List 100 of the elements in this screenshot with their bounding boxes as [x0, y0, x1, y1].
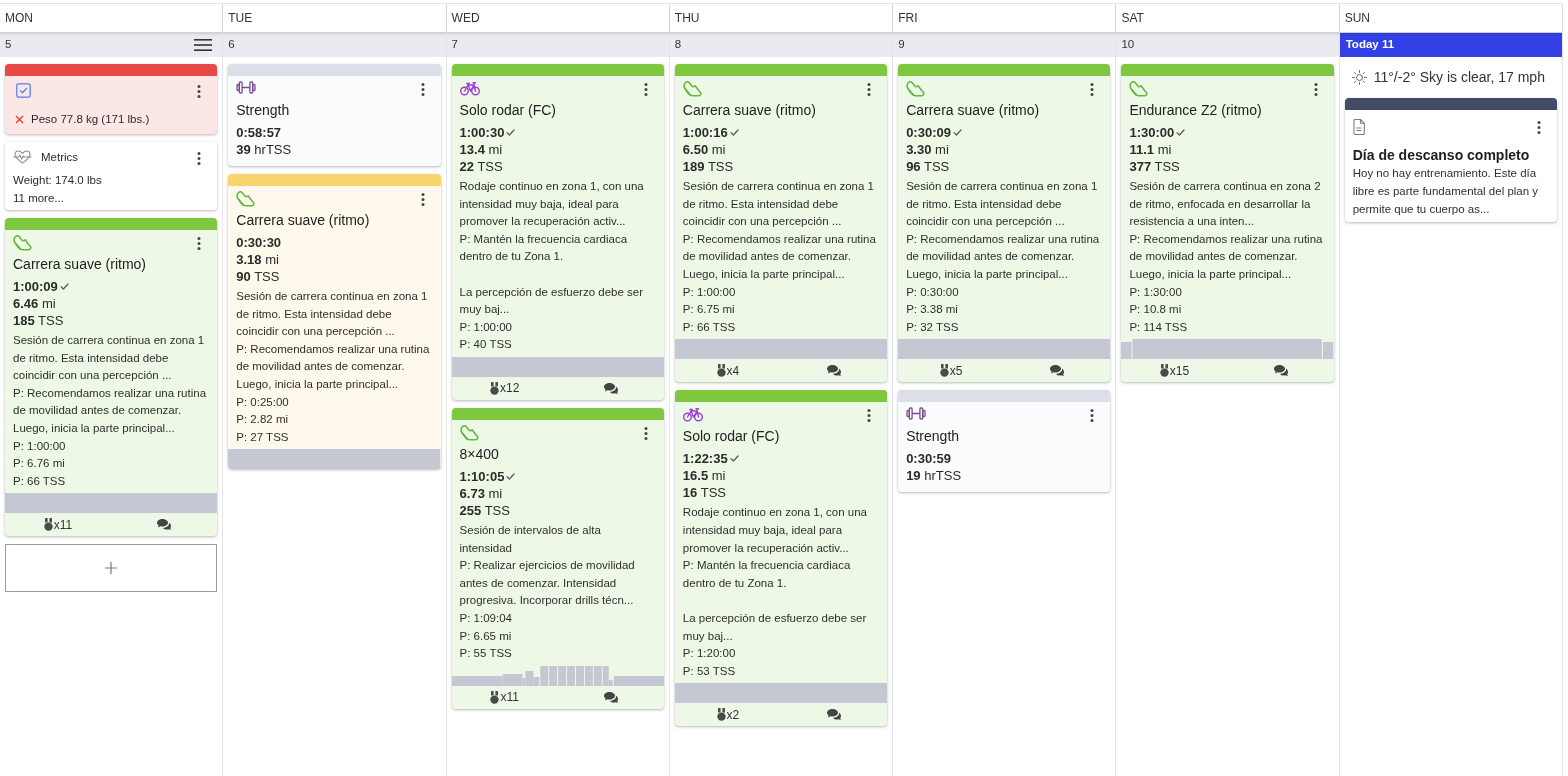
speech-bubbles-icon[interactable]	[603, 382, 618, 394]
planned-value: P: 6.75 mi	[682, 302, 735, 318]
speech-bubbles-icon[interactable]	[157, 519, 172, 531]
dumbbell-icon	[906, 407, 927, 421]
speech-bubbles-icon[interactable]	[1050, 365, 1065, 377]
tss-text: 22 TSS	[459, 158, 503, 175]
metrics-card[interactable]: Metrics Weight: 174.0 lbs 11 more...	[5, 142, 218, 210]
tss-text: 377 TSS	[1129, 158, 1180, 175]
planned-value: P: 114 TSS	[1129, 319, 1188, 335]
more-options-icon[interactable]	[1090, 83, 1095, 96]
workout-card[interactable]	[451, 407, 664, 709]
more-options-icon[interactable]	[1537, 121, 1541, 134]
distance-text: 13.4 mi	[459, 141, 503, 158]
workout-card[interactable]	[674, 64, 888, 383]
more-options-icon[interactable]	[643, 426, 648, 440]
bicycle-icon	[682, 407, 703, 423]
distance-text: 16.5 mi	[682, 467, 726, 485]
planned-description: P: Recomendamos realizar una rutina de movilidad antes de comenzar. Luego, inicia la parte principal...	[682, 231, 877, 282]
planned-value: P: 0:30:00	[906, 284, 959, 300]
medal-icon	[716, 708, 726, 722]
weather-text: 11°/-2° Sky is clear, 17 mph	[1373, 68, 1545, 87]
workout-card[interactable]	[898, 64, 1111, 383]
medal-icon	[489, 381, 499, 395]
duration-text: 1:00:16	[682, 124, 728, 141]
shoe-icon	[459, 424, 479, 442]
planned-description: P: Recomendamos realizar una rutina de movilidad antes de comenzar. Luego, inicia la parte principal...	[1129, 231, 1324, 282]
duration-text: 0:30:30	[236, 234, 282, 251]
more-options-icon[interactable]	[643, 83, 648, 96]
workout-card[interactable]: Strength 0:30:59 19 hrTSS	[898, 390, 1111, 493]
more-options-icon[interactable]	[867, 83, 872, 96]
shoe-icon	[236, 191, 256, 208]
duration-text: 0:30:59	[906, 450, 951, 468]
workout-title: Carrera suave (ritmo)	[13, 255, 148, 273]
shoe-icon	[906, 81, 926, 98]
day-name: TUE	[228, 10, 253, 27]
speech-bubbles-icon[interactable]	[827, 365, 842, 377]
workout-title: Strength	[906, 427, 961, 446]
medal-icon	[490, 690, 500, 704]
workout-title: Solo rodar (FC)	[682, 427, 781, 446]
workout-card[interactable]: Strength 0:58:57 39 hrTSS	[228, 64, 441, 166]
duration-text: 1:30:00	[1129, 124, 1175, 141]
bicycle-icon	[459, 81, 480, 96]
metric-card[interactable]: Peso 77.8 kg (171 lbs.)	[5, 64, 218, 134]
planned-description: P: Recomendamos realizar una rutina de movilidad antes de comenzar. Luego, inicia la parte principal...	[13, 385, 208, 436]
planned-value: P: 66 TSS	[13, 473, 66, 489]
planned-value: P: 55 TSS	[459, 646, 512, 662]
workout-card[interactable]	[228, 174, 441, 470]
heart-pulse-icon	[13, 150, 32, 164]
workout-card[interactable]	[674, 390, 888, 727]
note-card[interactable]: Día de descanso completo Hoy no hay entrenamiento. Este día libre es parte fundamental del plan y permite que tu cuerpo as...	[1344, 98, 1557, 222]
planned-description: P: Mantén la frecuencia cardiaca dentro de tu Zona 1. La percepción de esfuerzo debe ser muy baj...	[682, 558, 868, 644]
duration-text: 1:22:35	[682, 450, 728, 468]
workout-card[interactable]	[1121, 64, 1334, 383]
more-options-icon[interactable]	[420, 193, 425, 206]
sun-icon	[1351, 70, 1367, 85]
workout-card[interactable]	[451, 64, 664, 400]
more-options-icon[interactable]	[197, 237, 202, 250]
planned-description: P: Recomendamos realizar una rutina de movilidad antes de comenzar. Luego, inicia la parte principal...	[906, 231, 1101, 282]
more-options-icon[interactable]	[1090, 409, 1095, 423]
more-options-icon[interactable]	[867, 409, 872, 423]
planned-value: P: 10.8 mi	[1129, 302, 1182, 318]
more-link[interactable]: 11 more...	[13, 189, 64, 207]
shoe-icon	[13, 235, 32, 252]
planned-value: P: 1:00:00	[682, 284, 736, 300]
speech-bubbles-icon[interactable]	[603, 691, 618, 703]
planned-value: P: 3.38 mi	[906, 302, 958, 318]
checkbox-icon	[16, 83, 31, 98]
shoe-icon	[682, 81, 702, 98]
more-options-icon[interactable]	[420, 83, 425, 96]
plus-icon	[105, 562, 118, 575]
date-label: 6	[228, 37, 235, 53]
planned-description: P: Recomendamos realizar una rutina de movilidad antes de comenzar. Luego, inicia la parte principal...	[236, 341, 431, 392]
more-options-icon[interactable]	[197, 151, 202, 165]
speech-bubbles-icon[interactable]	[1273, 365, 1288, 377]
planned-value: P: 0:25:00	[236, 394, 289, 410]
planned-value: P: 66 TSS	[682, 319, 736, 335]
shoe-icon	[1129, 81, 1149, 98]
records-count: x12	[499, 381, 520, 396]
records-count: x11	[500, 690, 519, 705]
duration-text: 1:00:09	[13, 278, 58, 295]
medal-icon	[1159, 364, 1169, 378]
add-button[interactable]	[5, 544, 218, 593]
planned-value: P: 1:30:00	[1129, 284, 1182, 300]
planned-description: P: Mantén la frecuencia cardiaca dentro de tu Zona 1. La percepción de esfuerzo debe ser muy baj...	[459, 231, 645, 318]
metric-value: Peso 77.8 kg (171 lbs.)	[31, 112, 150, 127]
records-count: x2	[726, 707, 740, 722]
day-name: FRI	[898, 10, 918, 27]
records-count: x4	[726, 363, 740, 378]
workout-title: Carrera suave (ritmo)	[906, 101, 1041, 119]
speech-bubbles-icon[interactable]	[827, 709, 842, 721]
menu-icon[interactable]	[194, 39, 213, 51]
workout-description: Rodaje continuo en zona 1, con una intensidad muy baja, ideal para promover la recuperación activ...	[682, 505, 868, 556]
planned-value: P: 53 TSS	[682, 663, 736, 679]
more-options-icon[interactable]	[197, 85, 202, 98]
tss-text: 185 TSS	[13, 312, 64, 329]
workout-card[interactable]	[5, 218, 218, 537]
note-description: Hoy no hay entrenamiento. Este día libre es parte fundamental del plan y permite que tu cuerpo as...	[1352, 166, 1540, 217]
day-name: SAT	[1121, 10, 1144, 27]
medal-icon	[716, 364, 726, 378]
more-options-icon[interactable]	[1313, 83, 1318, 96]
